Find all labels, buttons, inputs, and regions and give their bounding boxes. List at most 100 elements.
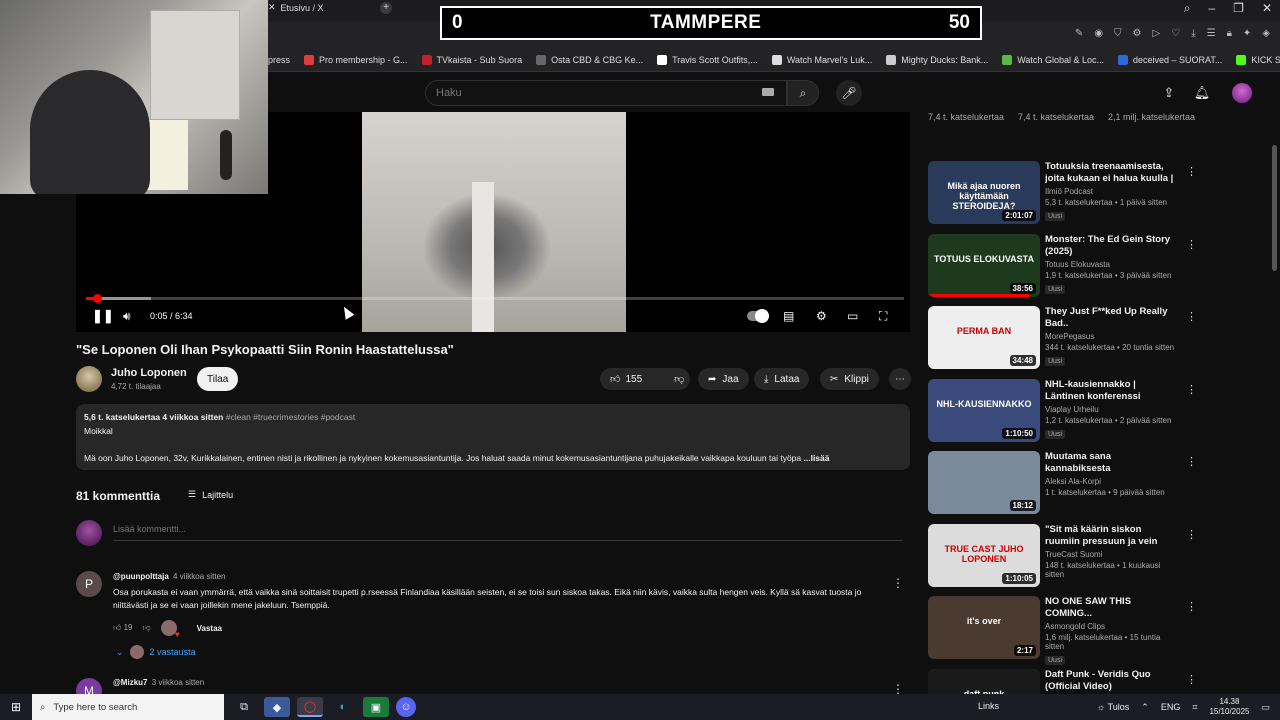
progress-scrubber[interactable] [93,294,102,303]
rec-menu-button[interactable]: ⋮ [1186,165,1197,178]
rec-channel[interactable]: Viaplay Urheilu [1045,405,1175,414]
theater-mode-button[interactable]: ▭ [847,307,858,325]
taskbar-discord[interactable]: ☺ [396,697,416,717]
camera-icon[interactable]: ◉ [1094,28,1103,39]
rec-menu-button[interactable]: ⋮ [1186,455,1197,468]
edit-icon[interactable]: ✎ [1075,28,1083,39]
rec-thumbnail[interactable]: TRUE CAST JUHO LOPONEN 1:10:05 [928,524,1040,587]
rec-thumbnail[interactable]: 18:12 [928,451,1040,514]
notifications-icon[interactable]: ▭ [1261,702,1270,713]
bookmark-item[interactable]: Travis Scott Outfits,... [657,54,758,65]
rec-title[interactable]: NO ONE SAW THIS COMING... [1045,596,1175,620]
account-avatar[interactable] [1232,83,1252,103]
rec-channel[interactable]: MorePegasus [1045,332,1175,341]
fullscreen-button[interactable]: ⛶ [879,307,887,325]
dislike-button[interactable]: 👎︎ [664,368,694,390]
comment-dislike-button[interactable]: 👎︎ [143,623,151,633]
rec-channel[interactable]: Aleksi Ala-Korpi [1045,477,1175,486]
comment-like-button[interactable]: 👍︎ 19 [113,623,133,633]
rec-menu-button[interactable]: ⋮ [1186,528,1197,541]
add-comment-input[interactable] [113,524,903,541]
rec-menu-button[interactable]: ⋮ [1186,383,1197,396]
taskbar-opera[interactable]: ◯ [297,697,323,717]
channel-avatar[interactable] [76,366,102,392]
rec-channel[interactable]: Asmongold Clips [1045,622,1175,631]
new-tab-button[interactable]: + [380,2,392,14]
upload-button[interactable]: ⇪ [1160,84,1178,102]
heart-icon[interactable]: ♡ [1171,28,1180,39]
recommended-video[interactable]: NHL-KAUSIENNAKKO 1:10:50 NHL-kausiennakko … [928,379,1197,443]
rec-menu-button[interactable]: ⋮ [1186,673,1197,686]
bookmark-item[interactable]: Mighty Ducks: Bank... [886,54,988,65]
progress-track[interactable] [86,297,904,300]
page-scrollbar[interactable] [1272,145,1277,271]
bookmark-item[interactable]: Watch Global & Loc... [1002,54,1104,65]
view-replies-button[interactable]: ⌄ 2 vastausta [116,645,196,659]
recommended-video[interactable]: Mikä ajaa nuoren käyttämään STEROIDEJA? 2… [928,161,1197,225]
rec-thumbnail[interactable]: TOTUUS ELOKUVASTA 38:56 [928,234,1040,297]
keyboard-icon[interactable] [762,88,774,96]
description-box[interactable]: 5,6 t. katselukertaa 4 viikkoa sitten #c… [76,404,910,470]
start-button[interactable]: ⊞ [0,694,32,720]
language-indicator[interactable]: ENG [1161,702,1181,712]
bookmark-item[interactable]: KICK Status Page [1236,54,1280,65]
recommended-video[interactable]: TRUE CAST JUHO LOPONEN 1:10:05 "Sit mä kää… [928,524,1197,588]
task-view-button[interactable]: ⧉ [231,697,257,717]
rec-thumbnail[interactable]: it's over 2:17 [928,596,1040,659]
wallet-icon[interactable]: ◈ [1262,28,1270,39]
comment-author[interactable]: @Mizku7 [113,678,147,687]
rec-title[interactable]: "Sit mä käärin siskon ruumiin pressuun j… [1045,524,1175,548]
download-icon[interactable]: ⤓ [1191,28,1195,39]
show-more-link[interactable]: ...lisää [804,453,830,463]
clock[interactable]: 14.38 15/10/2025 [1209,697,1249,717]
download-button[interactable]: ⤓ Lataa [754,368,810,390]
maximize-button[interactable]: ❐ [1233,1,1244,16]
more-actions-button[interactable]: ⋯ [889,368,911,390]
bookmark-item[interactable]: TVkaista - Sub Suora [421,54,522,65]
rec-thumbnail[interactable]: NHL-KAUSIENNAKKO 1:10:50 [928,379,1040,442]
shield-icon[interactable]: ⛉ [1114,28,1122,39]
rec-menu-button[interactable]: ⋮ [1186,310,1197,323]
bookmark-item[interactable]: Watch Marvel's Luk... [771,54,872,65]
comment-menu-button[interactable]: ⋮ [892,576,904,590]
voice-search-button[interactable]: 🎤︎ [836,80,862,106]
bookmark-item[interactable]: Pro membership - G... [304,54,408,65]
search-tabs-icon[interactable]: ⌕ [1184,1,1191,16]
channel-name[interactable]: Juho Loponen [111,367,187,379]
rec-thumbnail[interactable]: PERMA BAN 34:48 [928,306,1040,369]
rec-title[interactable]: Totuuksia treenaamisesta, joita kukaan e… [1045,161,1175,185]
close-window-button[interactable]: ✕ [1262,1,1272,16]
settings-button[interactable]: ⚙ [816,307,827,325]
search-input[interactable] [436,87,756,99]
comment-author[interactable]: @puunpolttaja [113,572,169,581]
weather-widget[interactable]: ☼ Tulos [1097,702,1129,712]
minimize-button[interactable]: – [1208,1,1215,16]
network-icon[interactable]: ⌗ [1192,702,1197,713]
bookmark-item[interactable]: Osta CBD & CBG Ke... [536,54,643,65]
reply-button[interactable]: Vastaa [197,624,222,633]
menu-icon[interactable]: ☰ [1207,28,1216,39]
links-toolbar[interactable]: Links [978,701,999,711]
clip-button[interactable]: ✂ Klippi [820,368,879,390]
tray-chevron-icon[interactable]: ⌃ [1141,702,1149,713]
comment-avatar[interactable]: P [76,571,102,597]
rec-title[interactable]: Monster: The Ed Gein Story (2025) [1045,234,1175,258]
rec-channel[interactable]: Ilmiö Podcast [1045,187,1175,196]
bookmark-item[interactable]: deceived – SUORAT... [1117,54,1222,65]
description-tags[interactable]: #clean #truecrimestories #podcast [226,412,355,422]
like-button[interactable]: 👍︎ 155 [600,368,652,390]
rec-menu-button[interactable]: ⋮ [1186,600,1197,613]
subscribe-button[interactable]: Tilaa [197,367,239,391]
lock-icon[interactable]: 🔒︎ [1227,28,1232,39]
bookmark-item[interactable]: press [268,55,290,65]
rec-title[interactable]: Daft Punk - Veridis Quo (Official Video) [1045,669,1175,693]
notifications-button[interactable]: 🔔︎ [1193,84,1211,102]
share-button[interactable]: ➦ Jaa [698,368,749,390]
play-icon[interactable]: ▷ [1153,28,1161,39]
recommended-video[interactable]: TOTUUS ELOKUVASTA 38:56 Monster: The Ed Ge… [928,234,1197,298]
sort-comments-button[interactable]: ☰ Lajittelu [188,489,233,500]
settings-icon[interactable]: ⚙ [1133,28,1142,39]
rec-title[interactable]: Muutama sana kannabiksesta [1045,451,1175,475]
recommended-video[interactable]: 18:12 Muutama sana kannabiksesta Aleksi Al… [928,451,1197,515]
rec-channel[interactable]: Totuus Elokuvasta [1045,260,1175,269]
